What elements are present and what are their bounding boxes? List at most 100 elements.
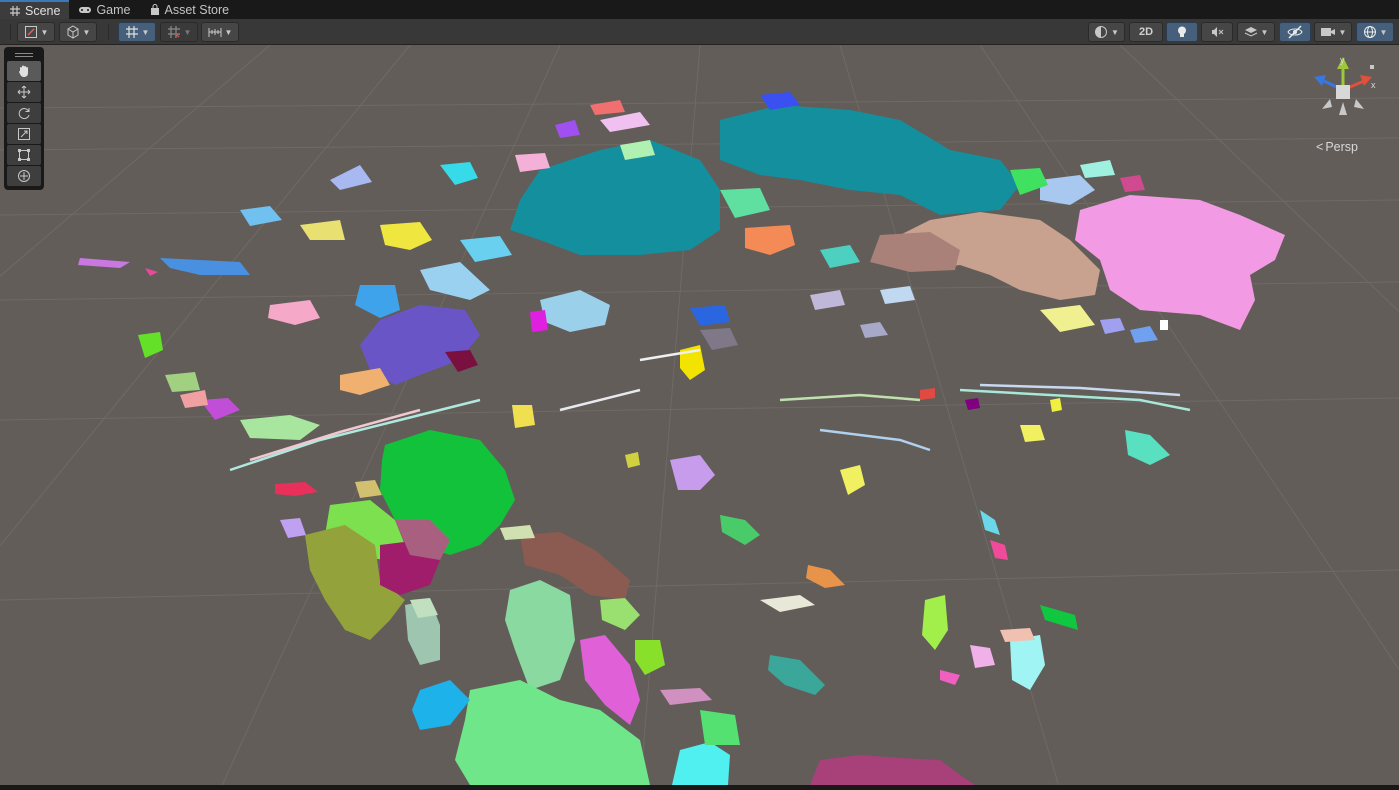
- chevron-down-icon: ▼: [183, 27, 192, 37]
- region-blue: [355, 285, 400, 318]
- region-yellow: [380, 222, 432, 250]
- terrain-scene: [0, 45, 1399, 790]
- region-gray: [700, 328, 738, 350]
- draw-mode-dropdown[interactable]: ▼: [17, 22, 55, 42]
- region-yellow-right: [840, 465, 865, 495]
- gizmo-center-cube[interactable]: [1336, 85, 1350, 99]
- brush-icon: [24, 26, 37, 38]
- chevron-down-icon: ▼: [1338, 27, 1347, 37]
- cube-icon: [67, 25, 79, 39]
- chevron-left-icon: <: [1316, 140, 1324, 154]
- region-cream: [760, 595, 815, 612]
- lightbulb-icon: [1178, 26, 1186, 37]
- camera-dropdown[interactable]: ▼: [1314, 22, 1352, 42]
- scale-icon: [18, 128, 30, 140]
- terrain-regions: [138, 92, 1285, 785]
- globe-icon: [1363, 26, 1376, 38]
- chevron-down-icon: ▼: [141, 27, 150, 37]
- region-lightcyan: [1010, 635, 1045, 690]
- hand-icon: [19, 65, 28, 77]
- toolbar-separator: [10, 24, 11, 40]
- align-tools-dropdown[interactable]: ▼: [201, 22, 239, 42]
- gamepad-icon: [79, 6, 92, 13]
- region-sky-right: [980, 510, 1000, 535]
- tool-palette-grip[interactable]: [7, 50, 41, 60]
- shading-cube-dropdown[interactable]: ▼: [59, 22, 97, 42]
- region-lilac: [670, 455, 715, 490]
- 2d-toggle-label: 2D: [1138, 26, 1154, 38]
- sphere-shading-icon: [1095, 26, 1108, 38]
- chevron-down-icon: ▼: [224, 27, 233, 37]
- hand-tool-button[interactable]: [7, 61, 41, 81]
- lighting-toggle[interactable]: [1166, 22, 1198, 42]
- region-pink: [1075, 195, 1285, 330]
- rotate-tool-button[interactable]: [7, 103, 41, 123]
- grid-snap-toggle[interactable]: ▼: [118, 22, 156, 42]
- rotate-icon: [18, 108, 30, 119]
- orientation-gizmo[interactable]: y x: [1308, 55, 1378, 125]
- tab-game-label: Game: [96, 2, 131, 17]
- chevron-down-icon: ▼: [40, 27, 49, 37]
- snap-increment-dropdown[interactable]: ▼: [160, 22, 198, 42]
- region-lime-2: [922, 595, 948, 650]
- region-teal-3: [820, 245, 860, 268]
- transform-icon: [18, 170, 30, 182]
- region-blue-mid: [690, 305, 730, 326]
- tool-palette: [4, 47, 44, 190]
- region-lime-3: [635, 640, 665, 675]
- region-lightyellow: [1040, 305, 1095, 332]
- chevron-down-icon: ▼: [1379, 27, 1388, 37]
- window-bottom-border: [0, 785, 1399, 790]
- region-lilac-2: [970, 645, 995, 668]
- region-violet: [810, 755, 975, 785]
- grid-snap-icon: [125, 26, 138, 38]
- z-axis-cone[interactable]: [1314, 75, 1326, 86]
- region-mint-top: [720, 188, 770, 218]
- bag-icon: [150, 3, 159, 15]
- scale-tool-button[interactable]: [7, 124, 41, 144]
- 2d-toggle[interactable]: 2D: [1129, 22, 1163, 42]
- region-lightblue: [540, 290, 610, 332]
- hidden-objects-toggle[interactable]: [1279, 22, 1311, 42]
- region-lightgreen-2: [240, 415, 320, 440]
- render-mode-dropdown[interactable]: ▼: [1088, 22, 1125, 42]
- tab-bar: Scene Game Asset Store: [0, 0, 1399, 19]
- audio-muted-icon: [1212, 27, 1224, 37]
- region-mint: [505, 580, 575, 690]
- region-red: [275, 482, 318, 496]
- chevron-down-icon: ▼: [1260, 27, 1269, 37]
- eye-slash-icon: [1287, 25, 1303, 39]
- snap-increment-icon: [167, 26, 180, 38]
- audio-toggle[interactable]: [1201, 22, 1233, 42]
- region-yellowlight: [512, 405, 535, 428]
- tab-scene[interactable]: Scene: [0, 0, 70, 19]
- effects-dropdown[interactable]: ▼: [1237, 22, 1275, 42]
- region-cyan-top: [440, 162, 478, 185]
- projection-toggle[interactable]: < Persp: [1316, 140, 1358, 154]
- region-teal-north: [720, 105, 1020, 215]
- ground-grid: [0, 45, 1399, 790]
- scene-viewport[interactable]: y x < Persp: [0, 45, 1399, 790]
- tab-asset-store-label: Asset Store: [164, 2, 230, 17]
- y-axis-label: y: [1340, 55, 1345, 65]
- transform-tool-button[interactable]: [7, 166, 41, 186]
- gizmos-dropdown[interactable]: ▼: [1356, 22, 1394, 42]
- region-peach: [745, 225, 795, 255]
- grid-icon: [10, 5, 20, 16]
- chevron-down-icon: ▼: [82, 27, 91, 37]
- tab-game[interactable]: Game: [69, 0, 139, 19]
- region-lavender: [1040, 175, 1095, 205]
- region-teal-2: [768, 655, 825, 695]
- region-orange: [806, 565, 845, 588]
- move-tool-button[interactable]: [7, 82, 41, 102]
- rect-tool-button[interactable]: [7, 145, 41, 165]
- region-green-small: [700, 710, 740, 745]
- region-yellow-right2: [1020, 425, 1045, 442]
- ruler-icon: [208, 28, 222, 37]
- region-aqua: [1125, 430, 1170, 465]
- tab-asset-store[interactable]: Asset Store: [140, 0, 239, 19]
- rect-transform-icon: [18, 149, 30, 161]
- region-green-2: [720, 515, 760, 545]
- region-green-right: [1040, 605, 1078, 630]
- region-lightgreen: [600, 598, 640, 630]
